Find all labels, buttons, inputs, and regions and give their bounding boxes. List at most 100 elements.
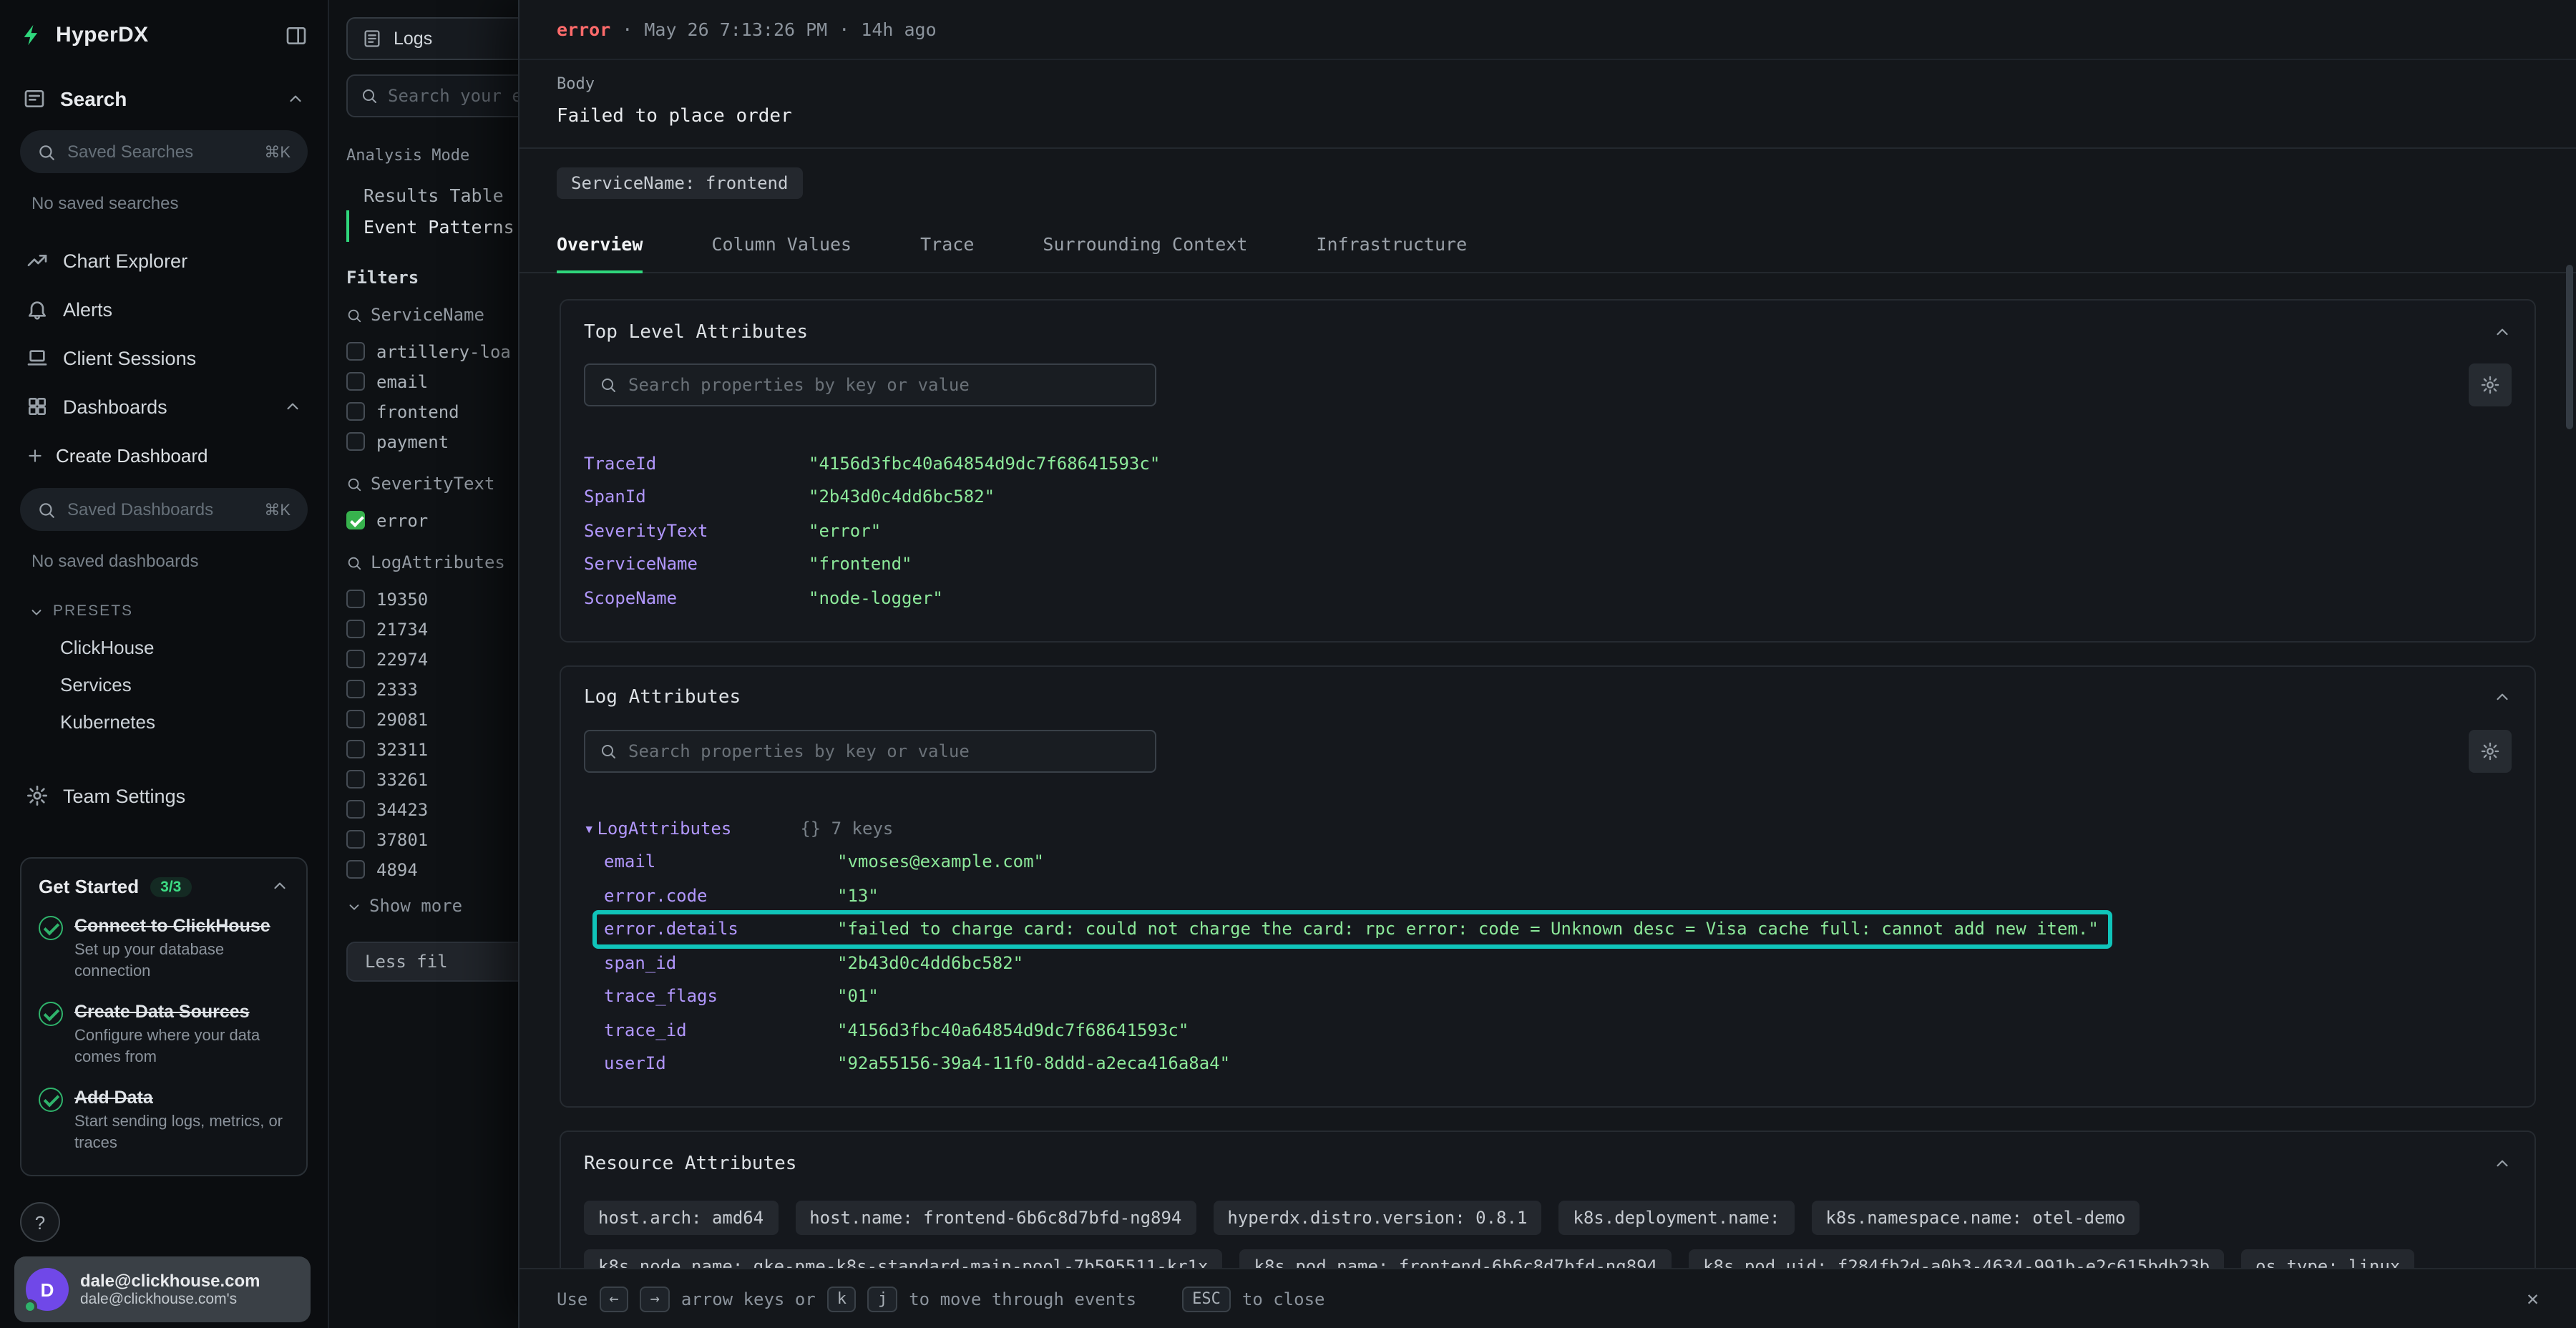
checkbox[interactable] (346, 620, 365, 638)
filter-option[interactable]: 33261 (346, 764, 518, 794)
tab-overview[interactable]: Overview (557, 216, 643, 273)
attribute-row[interactable]: ScopeName"node-logger" (584, 581, 943, 615)
checkbox[interactable] (346, 740, 365, 758)
attribute-row[interactable]: ServiceName"frontend" (584, 547, 912, 581)
caret-down-icon[interactable]: ▾ (584, 819, 594, 839)
less-filters-button[interactable]: Less fil (346, 942, 518, 982)
source-selector-button[interactable]: Logs (346, 17, 518, 60)
tab-infrastructure[interactable]: Infrastructure (1316, 216, 1467, 273)
create-dashboard-button[interactable]: Create Dashboard (20, 434, 308, 477)
attribute-row[interactable]: userId"92a55156-39a4-11f0-8ddd-a2eca416a… (584, 1047, 1230, 1080)
mode-results-table[interactable]: Results Table (346, 179, 518, 210)
avatar: D (26, 1268, 69, 1311)
close-icon[interactable]: ✕ (2527, 1287, 2539, 1310)
service-name-chip[interactable]: ServiceName: frontend (557, 167, 802, 199)
checkbox[interactable] (346, 680, 365, 698)
attribute-row[interactable]: span_id"2b43d0c4dd6bc582" (584, 946, 1023, 980)
event-header: error · May 26 7:13:26 PM · 14h ago (519, 0, 2576, 60)
property-search-input[interactable] (584, 729, 1156, 772)
filter-group-logattributes[interactable]: LogAttributes (346, 552, 518, 572)
filter-option[interactable]: 4894 (346, 854, 518, 884)
resource-chip[interactable]: host.arch: amd64 (584, 1201, 778, 1235)
filter-option[interactable]: error (346, 505, 518, 535)
resource-chip[interactable]: k8s.deployment.name: (1558, 1201, 1794, 1235)
saved-dashboards-input[interactable]: ⌘K (20, 488, 308, 531)
filter-option[interactable]: artillery-loa (346, 336, 518, 366)
log-attributes-tree-root[interactable]: ▾ LogAttributes {} 7 keys (584, 812, 2512, 845)
scrollbar[interactable] (2566, 265, 2573, 429)
show-more-button[interactable]: Show more (346, 896, 518, 916)
settings-button[interactable] (2469, 363, 2512, 406)
resource-chip[interactable]: k8s.namespace.name: otel-demo (1811, 1201, 2140, 1235)
checkbox[interactable] (346, 830, 365, 849)
user-menu[interactable]: D dale@clickhouse.com dale@clickhouse.co… (14, 1256, 311, 1322)
get-started-item[interactable]: Create Data Sources Configure where your… (39, 1000, 289, 1069)
resource-chip[interactable]: hyperdx.distro.version: 0.8.1 (1213, 1201, 1541, 1235)
saved-searches-input[interactable]: ⌘K (20, 130, 308, 173)
checkbox[interactable] (346, 860, 365, 879)
checkbox[interactable] (346, 590, 365, 608)
filter-option[interactable]: frontend (346, 396, 518, 426)
get-started-item[interactable]: Connect to ClickHouse Set up your databa… (39, 914, 289, 983)
get-started-item[interactable]: Add Data Start sending logs, metrics, or… (39, 1086, 289, 1155)
sidebar-item-team-settings[interactable]: Team Settings (20, 771, 308, 820)
filter-group-servicename[interactable]: ServiceName (346, 305, 518, 325)
filter-group-severitytext[interactable]: SeverityText (346, 474, 518, 494)
filter-option[interactable]: 21734 (346, 614, 518, 644)
filter-option[interactable]: 34423 (346, 794, 518, 824)
chevron-up-icon[interactable] (270, 877, 289, 896)
attribute-row[interactable]: email"vmoses@example.com" (584, 845, 1044, 879)
chevron-up-icon[interactable] (2493, 1154, 2512, 1173)
checkbox[interactable] (346, 402, 365, 421)
tab-trace[interactable]: Trace (920, 216, 974, 273)
attribute-row[interactable]: error.code"13" (584, 879, 879, 912)
event-search-input[interactable] (346, 74, 518, 117)
sidebar-item-kubernetes[interactable]: Kubernetes (20, 703, 308, 740)
chevron-down-icon (346, 898, 362, 914)
checkbox[interactable] (346, 432, 365, 451)
sidebar-item-clickhouse[interactable]: ClickHouse (20, 628, 308, 665)
filter-option[interactable]: payment (346, 426, 518, 456)
filter-option[interactable]: 29081 (346, 704, 518, 734)
attribute-row-error-details-highlighted[interactable]: error.details"failed to charge card: cou… (584, 912, 2099, 946)
sidebar-item-services[interactable]: Services (20, 665, 308, 703)
checkbox[interactable] (346, 372, 365, 391)
search-icon (600, 376, 617, 394)
tab-column-values[interactable]: Column Values (711, 216, 852, 273)
attribute-row[interactable]: trace_id"4156d3fbc40a64854d9dc7f68641593… (584, 1013, 1189, 1047)
logo[interactable]: HyperDX (20, 23, 308, 47)
check-circle-icon (39, 1088, 63, 1112)
chevron-up-icon[interactable] (2493, 323, 2512, 341)
property-search-input[interactable] (584, 363, 1156, 406)
checkbox[interactable] (346, 342, 365, 361)
sidebar-item-alerts[interactable]: Alerts (20, 285, 308, 333)
collapse-sidebar-icon[interactable] (285, 24, 308, 47)
filter-option[interactable]: 32311 (346, 734, 518, 764)
mode-event-patterns[interactable]: Event Patterns (346, 210, 518, 242)
help-button[interactable]: ? (20, 1202, 60, 1242)
settings-button[interactable] (2469, 729, 2512, 772)
sidebar-item-client-sessions[interactable]: Client Sessions (20, 333, 308, 382)
filter-option[interactable]: 19350 (346, 584, 518, 614)
sidebar-item-search[interactable]: Search (20, 87, 308, 110)
checkbox[interactable] (346, 650, 365, 668)
presets-toggle[interactable]: PRESETS (29, 602, 308, 620)
filter-option[interactable]: 37801 (346, 824, 518, 854)
checkbox[interactable] (346, 800, 365, 819)
search-icon (600, 742, 617, 759)
checkbox[interactable] (346, 770, 365, 788)
filter-option[interactable]: email (346, 366, 518, 396)
checkbox[interactable] (346, 710, 365, 728)
resource-chip[interactable]: host.name: frontend-6b6c8d7bfd-ng894 (795, 1201, 1196, 1235)
tab-surrounding-context[interactable]: Surrounding Context (1043, 216, 1247, 273)
sidebar-item-dashboards[interactable]: Dashboards (20, 382, 308, 431)
filter-option[interactable]: 2333 (346, 674, 518, 704)
sidebar-item-chart-explorer[interactable]: Chart Explorer (20, 236, 308, 285)
attribute-row[interactable]: SpanId"2b43d0c4dd6bc582" (584, 480, 995, 514)
checkbox-checked[interactable] (346, 511, 365, 529)
chevron-up-icon[interactable] (2493, 688, 2512, 707)
attribute-row[interactable]: TraceId"4156d3fbc40a64854d9dc7f68641593c… (584, 446, 1160, 480)
attribute-row[interactable]: trace_flags"01" (584, 980, 879, 1013)
filter-option[interactable]: 22974 (346, 644, 518, 674)
attribute-row[interactable]: SeverityText"error" (584, 514, 881, 547)
